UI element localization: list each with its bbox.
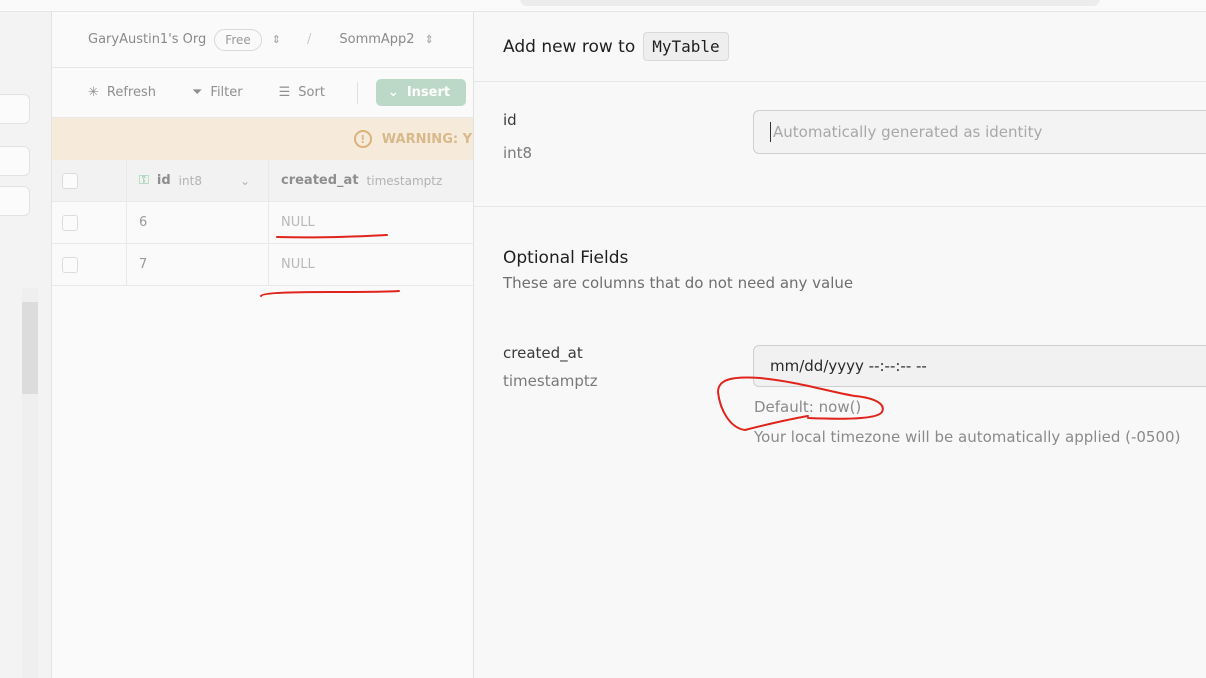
id-input[interactable]: Automatically generated as identity [753,110,1206,154]
filter-button[interactable]: ⏷ Filter [192,85,243,100]
address-pill [520,0,1100,6]
id-field-type: int8 [503,144,533,162]
rail-input[interactable] [0,146,30,176]
select-all-cell [52,160,127,201]
filter-label: Filter [210,85,243,100]
left-rail [0,12,52,678]
warning-icon: ! [353,130,372,148]
rail-input-2[interactable] [0,186,30,216]
rail-scroll-thumb[interactable] [22,302,38,394]
cell-id[interactable]: 7 [127,244,269,285]
sort-label: Sort [298,85,325,100]
panel-title-text: Add new row to [503,36,636,57]
chevron-down-icon: ⌄ [387,85,399,100]
created-at-label: created_at [503,344,583,362]
filter-icon: ⏷ [192,85,203,100]
default-value-hint: Default: now() [754,398,862,416]
column-type: timestamptz [366,173,443,188]
warning-banner: ! WARNING: Y [52,118,482,160]
warning-text: WARNING: Y [381,131,472,147]
refresh-label: Refresh [106,85,156,100]
key-icon: ⚿ [139,173,149,188]
row-select-cell [52,202,127,243]
browser-top-strip [0,0,1206,12]
id-field-section: id int8 Automatically generated as ident… [474,82,1206,207]
column-name: created_at [281,173,359,188]
insert-button[interactable]: ⌄ Insert [375,79,467,106]
text-caret [770,122,771,142]
created-at-datetime-input[interactable]: mm/dd/yyyy --:--:-- -- [753,345,1206,387]
column-type: int8 [178,173,202,188]
project-header: GaryAustin1's Org Free ⇕ / SommApp2 ⇕ [52,12,482,68]
row-checkbox[interactable] [62,256,78,273]
select-all-checkbox[interactable] [62,172,78,189]
breadcrumb-separator: / [306,32,312,47]
column-header-id[interactable]: ⚿ id int8 ⌄ [127,160,269,201]
org-name[interactable]: GaryAustin1's Org [88,32,206,47]
sort-button[interactable]: ☰ Sort [279,85,325,100]
created-at-type: timestamptz [503,372,598,390]
insert-label: Insert [406,85,451,100]
add-row-panel: Add new row to MyTable id int8 Automatic… [473,12,1206,678]
sort-icon: ☰ [278,85,291,100]
spinner-icon: ✳ [88,85,99,100]
id-input-placeholder: Automatically generated as identity [773,123,1043,141]
cell-created-at[interactable]: NULL [269,202,482,243]
id-field-label: id [503,111,517,129]
optional-fields-title: Optional Fields [503,248,629,268]
rail-select[interactable] [0,94,30,124]
project-name[interactable]: SommApp2 [339,32,414,47]
panel-title: Add new row to MyTable [474,12,1206,82]
data-grid: ⚿ id int8 ⌄ created_at timestamptz 6 NUL… [52,160,482,286]
chevron-down-icon[interactable]: ⌄ [240,174,250,188]
optional-fields-subtitle: These are columns that do not need any v… [503,274,854,292]
cell-created-at[interactable]: NULL [269,244,482,285]
row-checkbox[interactable] [62,214,78,231]
refresh-button[interactable]: ✳ Refresh [88,85,156,100]
chevron-updown-icon[interactable]: ⇕ [425,33,434,46]
cell-id[interactable]: 6 [127,202,269,243]
toolbar-divider [356,81,358,104]
timezone-hint: Your local timezone will be automaticall… [754,428,1181,446]
row-select-cell [52,244,127,285]
chevron-updown-icon[interactable]: ⇕ [272,33,281,46]
table-row[interactable]: 6 NULL [52,202,482,244]
column-header-created-at[interactable]: created_at timestamptz [269,160,482,201]
table-name-tag: MyTable [643,32,729,61]
grid-header-row: ⚿ id int8 ⌄ created_at timestamptz [52,160,482,202]
table-toolbar: ✳ Refresh ⏷ Filter ☰ Sort ⌄ Insert [52,68,482,118]
datetime-placeholder: mm/dd/yyyy --:--:-- -- [770,357,927,375]
column-name: id [156,173,171,188]
table-row[interactable]: 7 NULL [52,244,482,286]
plan-badge: Free [214,28,262,51]
